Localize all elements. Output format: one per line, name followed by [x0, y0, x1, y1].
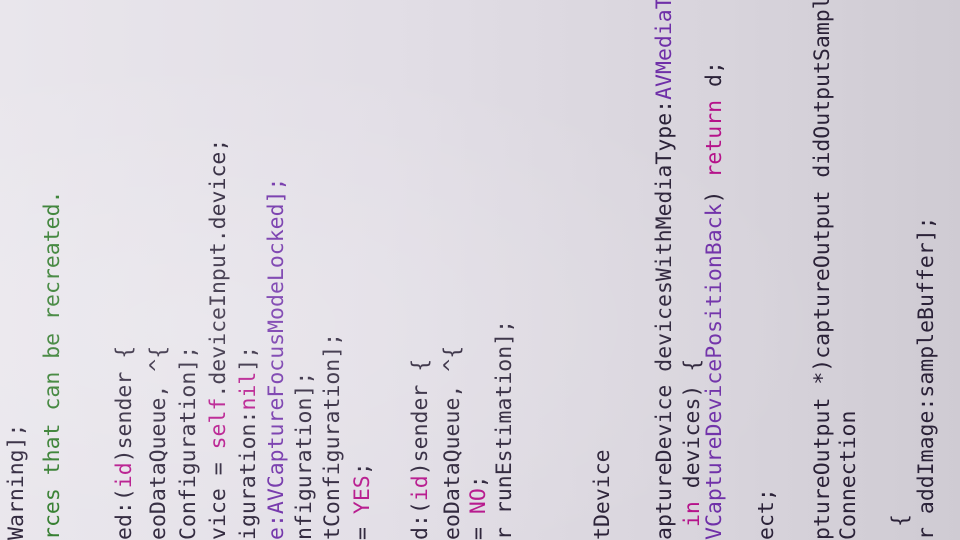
code-token: d; — [702, 61, 727, 100]
code-line: Warning]; — [0, 424, 34, 540]
code-token: .deviceInput.device; — [206, 138, 231, 398]
code-line: eoDataQueue, ^{ — [142, 346, 176, 540]
code-line: ed:(id)sender { — [108, 346, 142, 540]
code-line: tDevice — [586, 449, 620, 540]
code-line: tConfiguration]; — [316, 333, 350, 540]
code-token: iguration: — [236, 410, 261, 540]
code-token: r runEstimation]; — [492, 319, 517, 540]
code-token: self — [206, 397, 231, 450]
code-token: nfiguration]; — [292, 371, 317, 540]
code-token: )sender { — [408, 358, 433, 476]
code-token: tDevice — [590, 449, 615, 540]
code-token: VCaptureDevicePositionBack — [702, 203, 727, 540]
code-token: e:AVCaptureFocusModeLocked]; — [264, 177, 289, 540]
code-token: YES — [350, 475, 375, 515]
code-token: r addImage:sampleBuffer]; — [914, 216, 939, 540]
code-editor: Warning]; rces that can be recreated. ed:(… — [0, 0, 960, 540]
code-token: id — [112, 462, 137, 489]
code-token: id — [408, 475, 433, 502]
code-line: r runEstimation]; — [488, 320, 522, 540]
code-token: nil — [236, 371, 261, 411]
code-token: ed:( — [112, 488, 137, 540]
code-token: vice = — [206, 449, 231, 540]
code-token: aptureDevice devicesWithMediaType: — [652, 99, 677, 540]
code-line: rces that can be recreated. — [36, 191, 70, 540]
code-line: = YES; — [346, 462, 380, 540]
code-line: vice = self.deviceInput.device; — [202, 139, 236, 540]
code-line: r addImage:sampleBuffer]; — [910, 216, 944, 540]
code-editor-photo: Warning]; rces that can be recreated. ed:(… — [0, 0, 960, 540]
code-token: tConfiguration]; — [320, 332, 345, 540]
code-token: ; — [350, 462, 375, 476]
code-line: Configuration]; — [172, 346, 206, 540]
code-line: Connection — [832, 411, 866, 540]
code-token: = — [350, 514, 375, 540]
code-line: d:(id)sender { — [404, 359, 438, 540]
code-line: ect; — [750, 488, 784, 540]
code-token: ]; — [236, 345, 261, 372]
code-token: rces that can be recreated. — [40, 190, 65, 540]
code-token: Warning]; — [4, 423, 29, 540]
code-token: Configuration]; — [176, 345, 201, 540]
code-line: VCaptureDevicePositionBack) return d; — [698, 61, 732, 540]
code-token: AVMediaTypeVide — [652, 0, 677, 100]
code-token: eoDataQueue, ^{ — [146, 345, 171, 540]
code-token: Connection — [836, 410, 861, 540]
code-token: ) — [702, 177, 727, 204]
code-token: return — [702, 99, 727, 178]
code-token: d:( — [408, 501, 433, 540]
code-token: ect; — [754, 488, 779, 540]
code-token: )sender { — [112, 345, 137, 463]
